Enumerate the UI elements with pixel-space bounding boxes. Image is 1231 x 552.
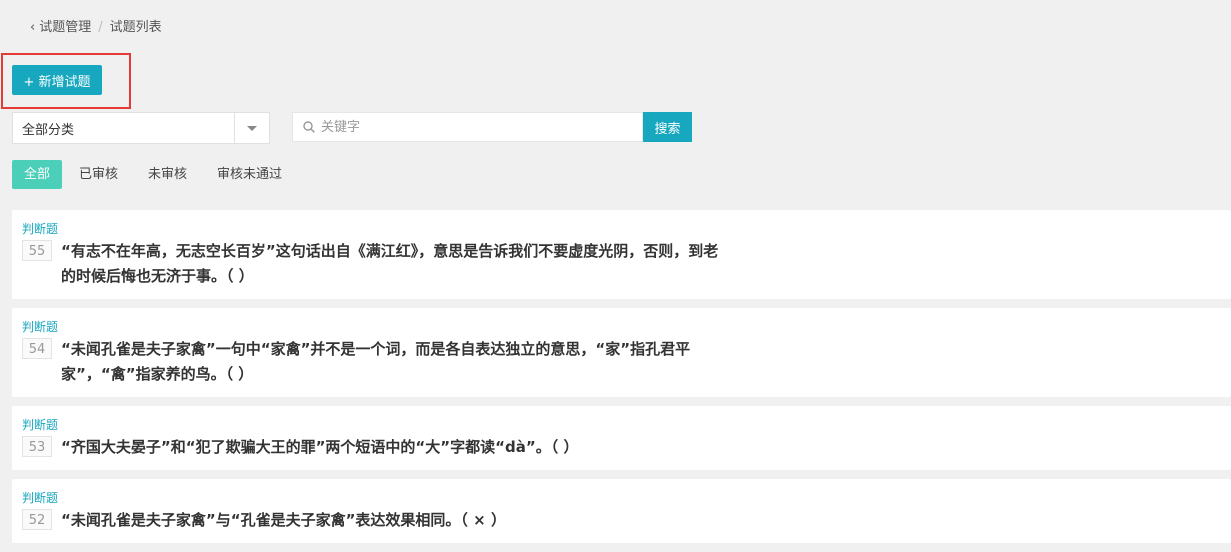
question-id-badge: 53 (22, 436, 52, 457)
caret-down-icon (247, 125, 257, 131)
status-tabs: 全部 已审核 未审核 审核未通过 (12, 160, 299, 189)
question-id-badge: 52 (22, 509, 52, 530)
category-dropdown-toggle[interactable] (234, 113, 269, 143)
question-id-badge: 55 (22, 240, 52, 261)
search-input[interactable] (321, 113, 642, 141)
question-text[interactable]: “未闻孔雀是夫子家禽”与“孔雀是夫子家禽”表达效果相同。（ × ） (61, 508, 721, 533)
breadcrumb-current: 试题列表 (109, 20, 162, 35)
search-box (292, 112, 643, 142)
question-card[interactable]: 判断题 54 “未闻孔雀是夫子家禽”一句中“家禽”并不是一个词，而是各自表达独立… (12, 308, 1231, 397)
question-type: 判断题 (22, 222, 59, 236)
search-button[interactable]: 搜索 (643, 112, 692, 142)
question-card[interactable]: 判断题 53 “齐国大夫晏子”和“犯了欺骗大王的罪”两个短语中的“大”字都读“d… (12, 406, 1231, 470)
breadcrumb: ‹ 试题管理 / 试题列表 (30, 19, 162, 37)
add-question-button[interactable]: + 新增试题 (12, 65, 102, 95)
question-type: 判断题 (22, 320, 59, 334)
question-id-badge: 54 (22, 338, 52, 359)
question-text[interactable]: “未闻孔雀是夫子家禽”一句中“家禽”并不是一个词，而是各自表达独立的意思，“家”… (61, 337, 721, 387)
tab-unreviewed[interactable]: 未审核 (135, 160, 200, 189)
question-text[interactable]: “有志不在年高，无志空长百岁”这句话出自《满江红》，意思是告诉我们不要虚度光阴，… (61, 239, 721, 289)
tab-reviewed[interactable]: 已审核 (66, 160, 131, 189)
category-select-value: 全部分类 (22, 122, 75, 138)
breadcrumb-parent[interactable]: 试题管理 (39, 19, 91, 37)
breadcrumb-separator: / (98, 20, 103, 35)
question-card[interactable]: 判断题 52 “未闻孔雀是夫子家禽”与“孔雀是夫子家禽”表达效果相同。（ × ） (12, 479, 1231, 543)
category-select[interactable]: 全部分类 (12, 112, 270, 144)
question-card[interactable]: 判断题 55 “有志不在年高，无志空长百岁”这句话出自《满江红》，意思是告诉我们… (12, 210, 1231, 299)
tab-all[interactable]: 全部 (12, 160, 63, 189)
question-list: 判断题 55 “有志不在年高，无志空长百岁”这句话出自《满江红》，意思是告诉我们… (12, 210, 1231, 552)
question-type: 判断题 (22, 418, 59, 432)
question-text[interactable]: “齐国大夫晏子”和“犯了欺骗大王的罪”两个短语中的“大”字都读“dà”。（ ） (61, 435, 721, 460)
chevron-left-icon[interactable]: ‹ (30, 19, 35, 37)
search-icon (303, 121, 315, 133)
tab-rejected[interactable]: 审核未通过 (204, 160, 295, 189)
question-type: 判断题 (22, 491, 59, 505)
